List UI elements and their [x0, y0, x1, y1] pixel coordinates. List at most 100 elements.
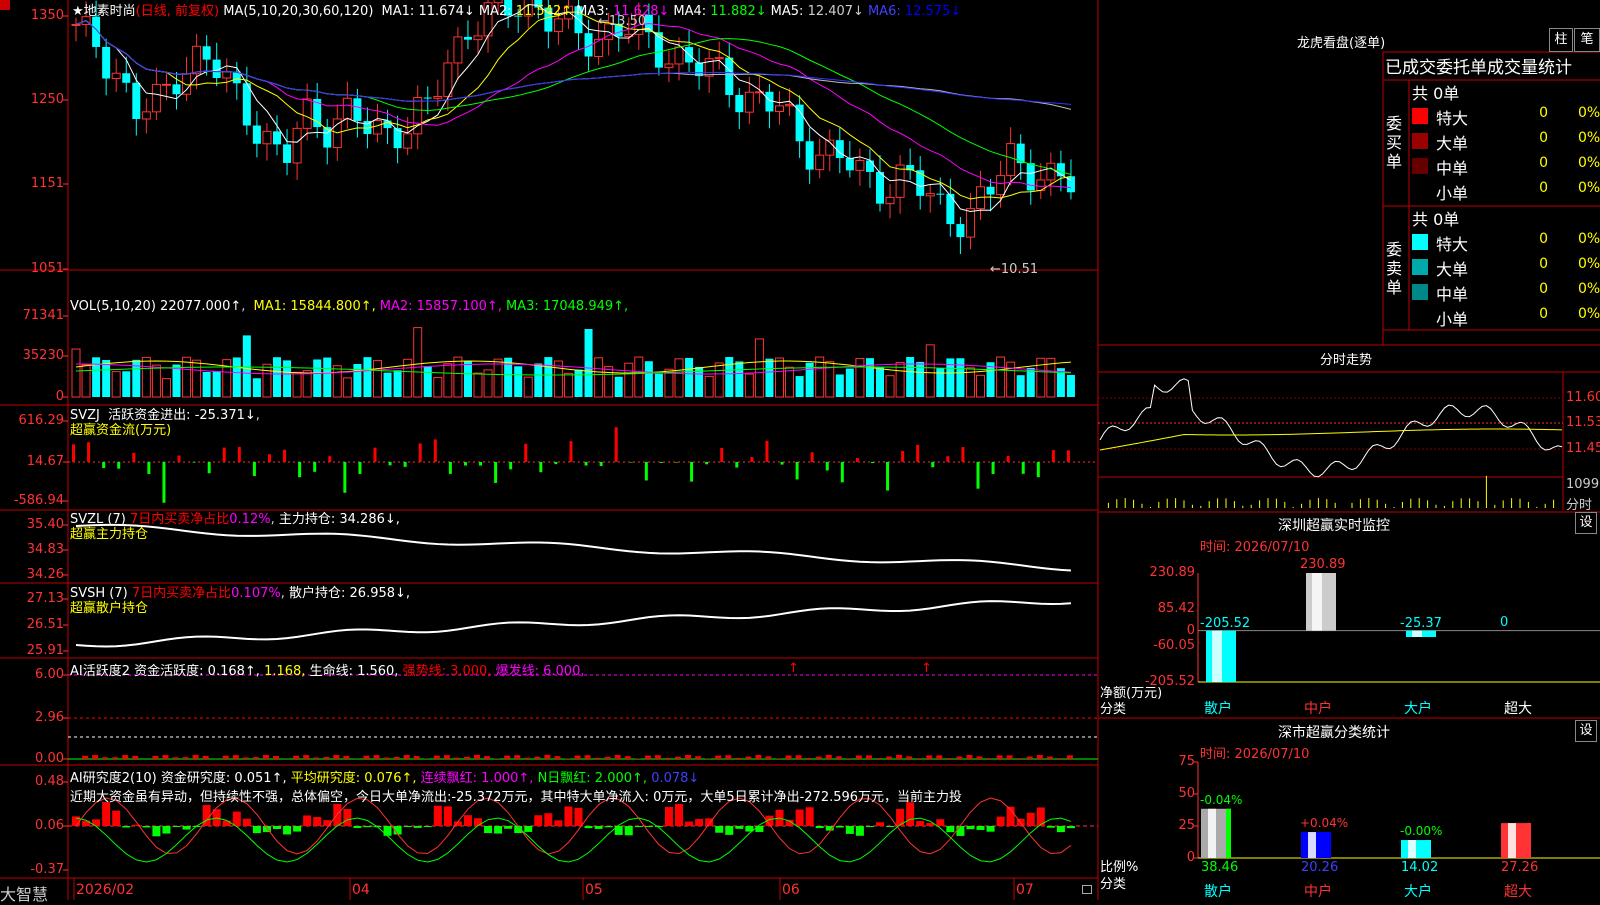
svzl-tick: 34.83 — [27, 542, 64, 557]
candle-body — [856, 160, 864, 170]
candle-body — [183, 74, 191, 95]
candle-body — [1047, 163, 1055, 180]
sz-monitor-title: 深圳超赢实时监控 — [1278, 515, 1390, 535]
vol-bar — [585, 329, 593, 397]
flow-bar — [1037, 462, 1040, 477]
research-bar — [534, 815, 542, 826]
flow-bar — [132, 453, 135, 462]
stats-value-label: 20.26 — [1301, 860, 1338, 875]
bi-button[interactable]: 笔 — [1574, 28, 1600, 52]
stock-name[interactable]: 地素时尚 — [84, 4, 136, 19]
monitor-category: 中户 — [1304, 698, 1332, 718]
flow-bar — [992, 462, 995, 474]
ma-value-5: MA5: 12.407↓ — [771, 4, 864, 19]
research-bar — [323, 820, 331, 826]
vol-bar — [715, 363, 723, 397]
research-bar — [233, 812, 241, 826]
vol-bar — [514, 366, 522, 397]
candle-body — [966, 209, 974, 238]
research-bar — [152, 826, 160, 836]
active-bar — [343, 756, 349, 759]
flow-bar — [72, 444, 75, 462]
research-bar — [635, 826, 643, 827]
research-bar — [464, 815, 472, 826]
dragon-tab[interactable]: 成交量统计 — [1487, 58, 1572, 78]
vol-bar — [434, 378, 442, 397]
active-bar — [675, 757, 681, 759]
candle-body — [866, 160, 874, 171]
flow-bar — [313, 462, 316, 472]
candle-body — [936, 194, 944, 195]
active-bar — [846, 758, 852, 759]
vol-bar — [424, 366, 432, 397]
intraday-vol-tick: 1099 — [1566, 477, 1599, 492]
ma-value-6: MA6: 12.575↓ — [868, 4, 961, 19]
vol-tick: 71341 — [23, 308, 64, 323]
lock-icon[interactable] — [1082, 885, 1092, 894]
flow-bar — [419, 443, 422, 462]
stats-bar-highlight — [1208, 809, 1216, 858]
period-label[interactable]: (日线, 前复权) — [136, 4, 219, 19]
active-bar — [173, 757, 179, 759]
active-bar — [82, 756, 88, 759]
flow-bar — [268, 454, 271, 462]
stats-bar-highlight — [1308, 832, 1316, 858]
chart-canvas[interactable]: ↑↑ — [0, 0, 1600, 900]
vol-bar — [72, 349, 80, 397]
vol-bar — [1067, 375, 1075, 397]
zhu-button[interactable]: 柱 — [1549, 28, 1573, 52]
ma-line-20 — [76, 21, 1071, 188]
candle-body — [745, 92, 753, 112]
candle-body — [725, 58, 733, 95]
close-icon[interactable] — [0, 0, 10, 10]
candle-body — [122, 73, 130, 83]
flow-bar — [720, 448, 723, 462]
vol-bar — [464, 361, 472, 397]
vol-bar — [625, 363, 633, 397]
stats-bar-edge — [1426, 840, 1431, 858]
buy-count: 0 — [1539, 130, 1548, 146]
active-bar — [434, 756, 440, 759]
vol-bar — [203, 372, 211, 397]
dragon-tab[interactable]: 已成交 — [1385, 58, 1436, 78]
monitor-time: 时间: 2026/07/10 — [1200, 536, 1309, 555]
vol-bar — [635, 357, 643, 397]
active-bar — [504, 756, 510, 759]
flow-bar — [87, 442, 90, 462]
research-bar — [494, 826, 502, 834]
flow-bar — [102, 462, 105, 468]
active-bar — [152, 756, 158, 759]
research-bar — [384, 826, 392, 836]
dragon-tab[interactable]: 委托单 — [1436, 58, 1487, 78]
intraday-tick: 11.53 — [1566, 415, 1600, 430]
active-bar — [956, 757, 962, 759]
stats-change-label: -0.04% — [1200, 793, 1242, 807]
price-tick: 1051 — [31, 261, 64, 276]
stats-settings-button[interactable]: 设 — [1575, 720, 1597, 742]
sell-swatch — [1412, 234, 1428, 250]
flow-bar — [811, 452, 814, 462]
flow-bar — [901, 451, 904, 462]
vol-bar — [705, 376, 713, 397]
price-tick: 1151 — [31, 176, 64, 191]
ma-label: MA5: — [771, 4, 804, 19]
stats-xlabel: 分类 — [1100, 873, 1126, 892]
flow-bar — [328, 456, 331, 462]
research-bar — [997, 817, 1005, 826]
candle-body — [152, 84, 160, 111]
monitor-tick: 230.89 — [1150, 565, 1196, 580]
monitor-settings-button[interactable]: 设 — [1575, 512, 1597, 534]
candle-body — [554, 19, 562, 32]
flow-bar — [856, 458, 859, 462]
flow-bar — [705, 462, 708, 464]
active-bar — [605, 757, 611, 759]
flow-bar — [374, 448, 377, 462]
candle-body — [987, 187, 995, 195]
active-bar — [906, 756, 912, 759]
vol-bar — [92, 357, 100, 397]
svzj-tick: 14.67 — [27, 454, 64, 469]
star-icon: ★ — [72, 4, 84, 19]
vol-bar — [1037, 358, 1045, 397]
vol-bar — [243, 335, 251, 397]
research-bar — [906, 802, 914, 826]
